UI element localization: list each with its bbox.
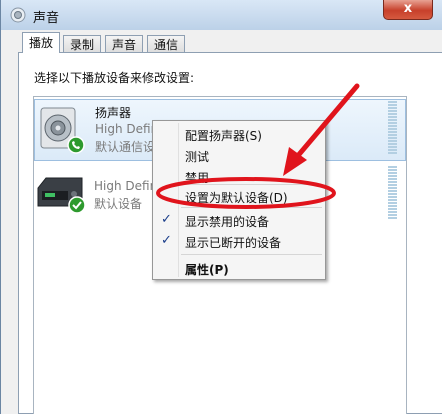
menu-separator [181, 254, 322, 255]
tab-playback[interactable]: 播放 [22, 32, 61, 53]
menu-gutter [178, 123, 179, 277]
volume-meter [388, 166, 397, 220]
device-name: 扬声器 [95, 106, 132, 120]
checkmark-icon: ✓ [161, 233, 172, 248]
menu-item-configure-speakers[interactable]: 配置扬声器(S) [185, 127, 262, 144]
tab-communications[interactable]: 通信 [147, 35, 186, 53]
tab-recording[interactable]: 录制 [63, 35, 102, 53]
tab-sounds[interactable]: 声音 [105, 35, 144, 53]
instruction-text: 选择以下播放设备来修改设置: [34, 71, 195, 85]
menu-item-set-default[interactable]: 设置为默认设备(D) [185, 189, 288, 206]
menu-separator [181, 184, 322, 185]
menu-item-properties[interactable]: 属性(P) [185, 261, 229, 278]
device-description: High Defin [94, 179, 158, 193]
speaker-icon [10, 7, 26, 23]
context-menu: 配置扬声器(S) 测试 禁用 设置为默认设备(D) ✓ 显示禁用的设备 ✓ 显示… [152, 120, 326, 280]
volume-meter [388, 101, 397, 155]
menu-item-show-disabled[interactable]: 显示禁用的设备 [185, 213, 269, 230]
sound-dialog: 声音 x 播放 录制 声音 通信 选择以下播放设备来修改设置: 扬声器 High… [0, 0, 442, 414]
title-bar[interactable]: 声音 x [1, 0, 442, 30]
phone-badge-icon [67, 136, 85, 154]
window-title: 声音 [33, 11, 60, 26]
menu-separator [181, 207, 322, 208]
device-status: 默认设备 [94, 197, 143, 211]
checkmark-icon: ✓ [161, 212, 172, 227]
menu-item-test[interactable]: 测试 [185, 148, 209, 165]
check-badge-icon [68, 196, 86, 214]
close-button[interactable]: x [383, 0, 433, 20]
menu-item-show-disconnected[interactable]: 显示已断开的设备 [185, 234, 281, 251]
